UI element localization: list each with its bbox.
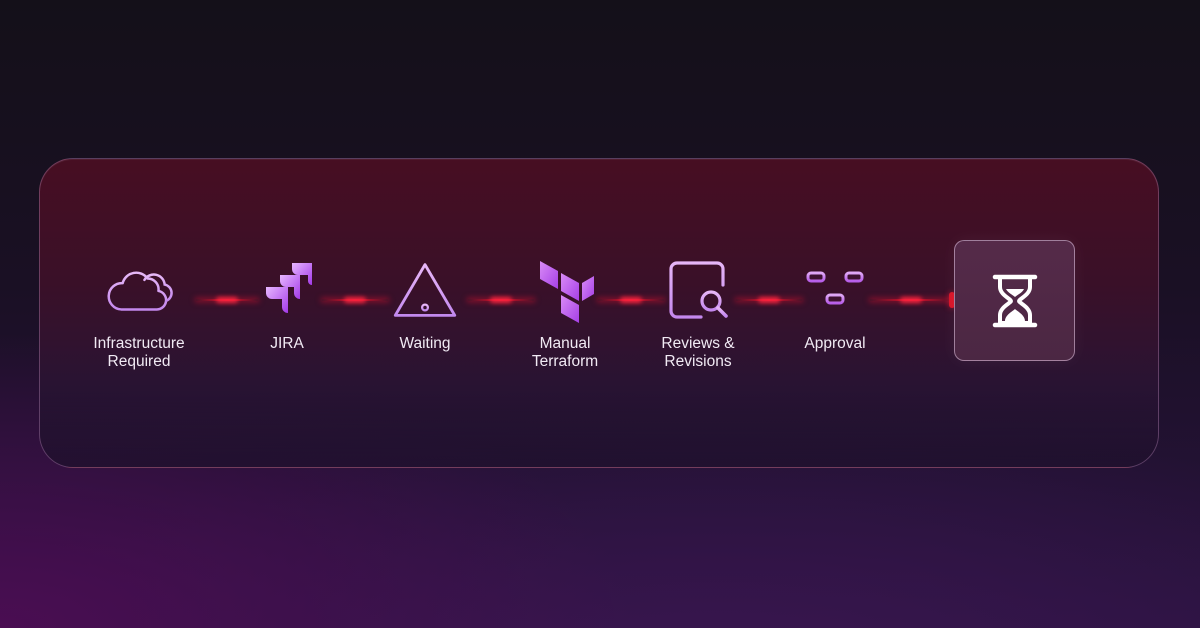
warning-icon [390,255,460,325]
connector-line [322,299,388,301]
step-label: Reviews & Revisions [661,335,735,370]
terraform-icon [530,255,600,325]
step-label: Approval [804,335,866,352]
connector-line [196,299,258,301]
step-label: Waiting [399,335,451,352]
connector-line [736,299,802,301]
step-label: Infrastructure Required [93,335,185,370]
sliders-icon [800,255,870,325]
jira-icon [252,257,322,327]
step-label: JIRA [270,335,304,352]
connector-line [468,299,534,301]
hourglass-icon [989,273,1041,329]
connector-line [598,299,664,301]
connector-line [870,299,952,301]
document-search-icon [663,255,733,325]
final-step-tile [954,240,1075,361]
cloud-icon [104,255,174,325]
